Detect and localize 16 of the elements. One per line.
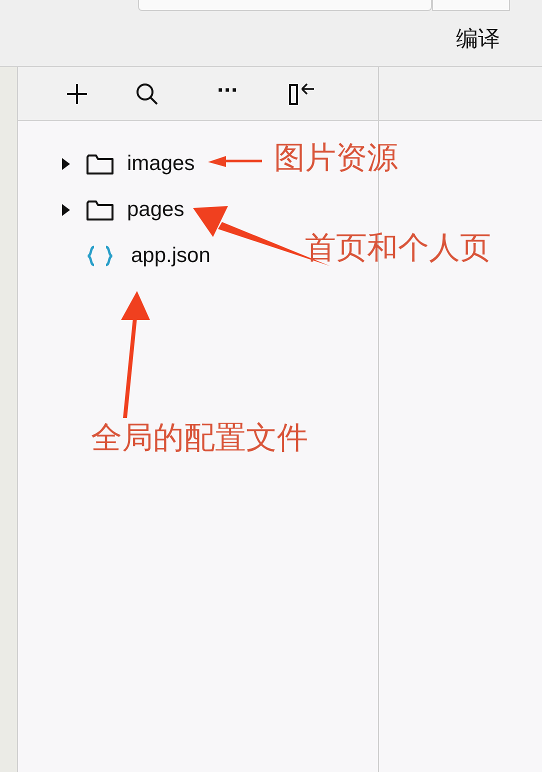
file-name[interactable]: app.json [131, 244, 210, 268]
braces-icon [86, 245, 114, 267]
search-icon[interactable] [135, 82, 159, 106]
compile-button[interactable]: 编译 [450, 20, 506, 58]
collapsed-triangle-icon[interactable] [61, 158, 71, 170]
annotation-label: 首页和个人页 [305, 233, 491, 264]
more-button[interactable]: ··· [217, 78, 238, 108]
annotation-label: 图片资源 [274, 143, 398, 174]
folder-icon [86, 153, 114, 175]
folder-name[interactable]: pages [127, 198, 184, 222]
annotation-label: 全局的配置文件 [91, 423, 308, 454]
folder-icon [86, 199, 114, 221]
folder-name[interactable]: images [127, 152, 195, 176]
add-icon[interactable] [65, 82, 89, 106]
collapsed-triangle-icon[interactable] [61, 204, 71, 216]
arrow [208, 156, 262, 167]
